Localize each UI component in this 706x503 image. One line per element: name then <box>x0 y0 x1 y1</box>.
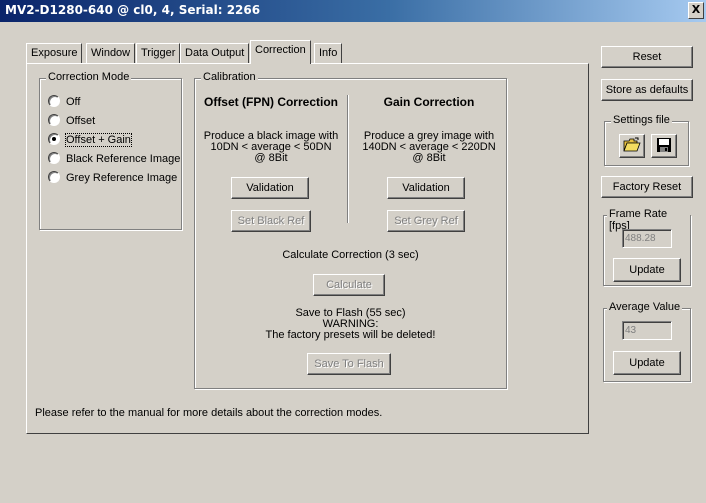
tab-window[interactable]: Window <box>86 43 136 63</box>
offset-validation-button[interactable]: Validation <box>231 177 309 199</box>
close-button[interactable]: X <box>688 2 704 19</box>
calculate-text: Calculate Correction (3 sec) <box>282 249 419 261</box>
correction-mode-group: Correction Mode Off Offset Offset + Gain… <box>39 71 182 230</box>
frame-rate-group: Frame Rate [fps] 488.28 Update <box>603 208 691 286</box>
radio-grey-reference[interactable]: Grey Reference Image <box>48 171 177 185</box>
radio-grey-reference-circle[interactable] <box>48 171 60 183</box>
average-value-title: Average Value <box>607 301 683 313</box>
average-update-button[interactable]: Update <box>613 351 681 375</box>
radio-offset-circle[interactable] <box>48 114 60 126</box>
gain-description: Produce a grey image with 140DN < averag… <box>353 131 505 164</box>
average-value-group: Average Value 43 Update <box>603 301 691 382</box>
calibration-title: Calibration <box>201 71 258 83</box>
footer-note: Please refer to the manual for more deta… <box>35 407 383 419</box>
window-title: MV2-D1280-640 @ cl0, 4, Serial: 2266 <box>5 3 261 17</box>
radio-offset[interactable]: Offset <box>48 114 95 128</box>
radio-off-label: Off <box>66 96 81 108</box>
gain-validation-button[interactable]: Validation <box>387 177 465 199</box>
save-to-flash-button[interactable]: Save To Flash <box>307 353 391 375</box>
floppy-disk-icon[interactable] <box>651 134 677 158</box>
frame-rate-field: 488.28 <box>622 229 672 248</box>
set-black-ref-button[interactable]: Set Black Ref <box>231 210 311 232</box>
open-folder-icon[interactable] <box>619 134 645 158</box>
gain-heading: Gain Correction <box>383 95 475 109</box>
settings-file-title: Settings file <box>611 114 672 126</box>
radio-offset-label: Offset <box>66 115 96 127</box>
gain-desc-line-3: @ 8Bit <box>412 152 446 164</box>
radio-off-circle[interactable] <box>48 95 60 107</box>
offset-heading: Offset (FPN) Correction <box>203 95 338 109</box>
radio-black-reference-circle[interactable] <box>48 152 60 164</box>
correction-mode-title: Correction Mode <box>46 71 132 83</box>
frame-rate-update-button[interactable]: Update <box>613 258 681 282</box>
offset-desc-line-3: @ 8Bit <box>254 152 288 164</box>
title-bar: MV2-D1280-640 @ cl0, 4, Serial: 2266 X <box>0 0 706 22</box>
average-value-field: 43 <box>622 321 672 340</box>
calculate-button[interactable]: Calculate <box>313 274 385 296</box>
radio-grey-reference-label: Grey Reference Image <box>66 172 178 184</box>
offset-description: Produce a black image with 10DN < averag… <box>195 131 347 164</box>
flash-warning: Save to Flash (55 sec) WARNING: The fact… <box>195 308 506 341</box>
radio-off[interactable]: Off <box>48 95 80 109</box>
tab-data-output[interactable]: Data Output <box>180 43 250 63</box>
radio-black-reference[interactable]: Black Reference Image <box>48 152 180 166</box>
radio-offset-gain-circle[interactable] <box>48 133 60 145</box>
tab-exposure[interactable]: Exposure <box>26 43 83 63</box>
flash-line-3: The factory presets will be deleted! <box>265 329 436 341</box>
tab-trigger[interactable]: Trigger <box>136 43 181 63</box>
settings-file-group: Settings file <box>604 114 689 166</box>
dialog-content: Exposure Window Trigger Data Output Corr… <box>4 26 704 500</box>
factory-reset-button[interactable]: Factory Reset <box>601 176 693 198</box>
correction-panel: Correction Mode Off Offset Offset + Gain… <box>26 63 589 434</box>
reset-button[interactable]: Reset <box>601 46 693 68</box>
set-grey-ref-button[interactable]: Set Grey Ref <box>387 210 465 232</box>
radio-black-reference-label: Black Reference Image <box>66 153 181 165</box>
tab-info[interactable]: Info <box>314 43 343 63</box>
calibration-divider <box>347 95 349 223</box>
tab-correction[interactable]: Correction <box>250 40 311 64</box>
store-defaults-button[interactable]: Store as defaults <box>601 79 693 101</box>
calibration-group: Calibration Offset (FPN) Correction Gain… <box>194 71 507 389</box>
radio-offset-gain[interactable]: Offset + Gain <box>48 133 132 147</box>
radio-offset-gain-label: Offset + Gain <box>65 133 132 147</box>
